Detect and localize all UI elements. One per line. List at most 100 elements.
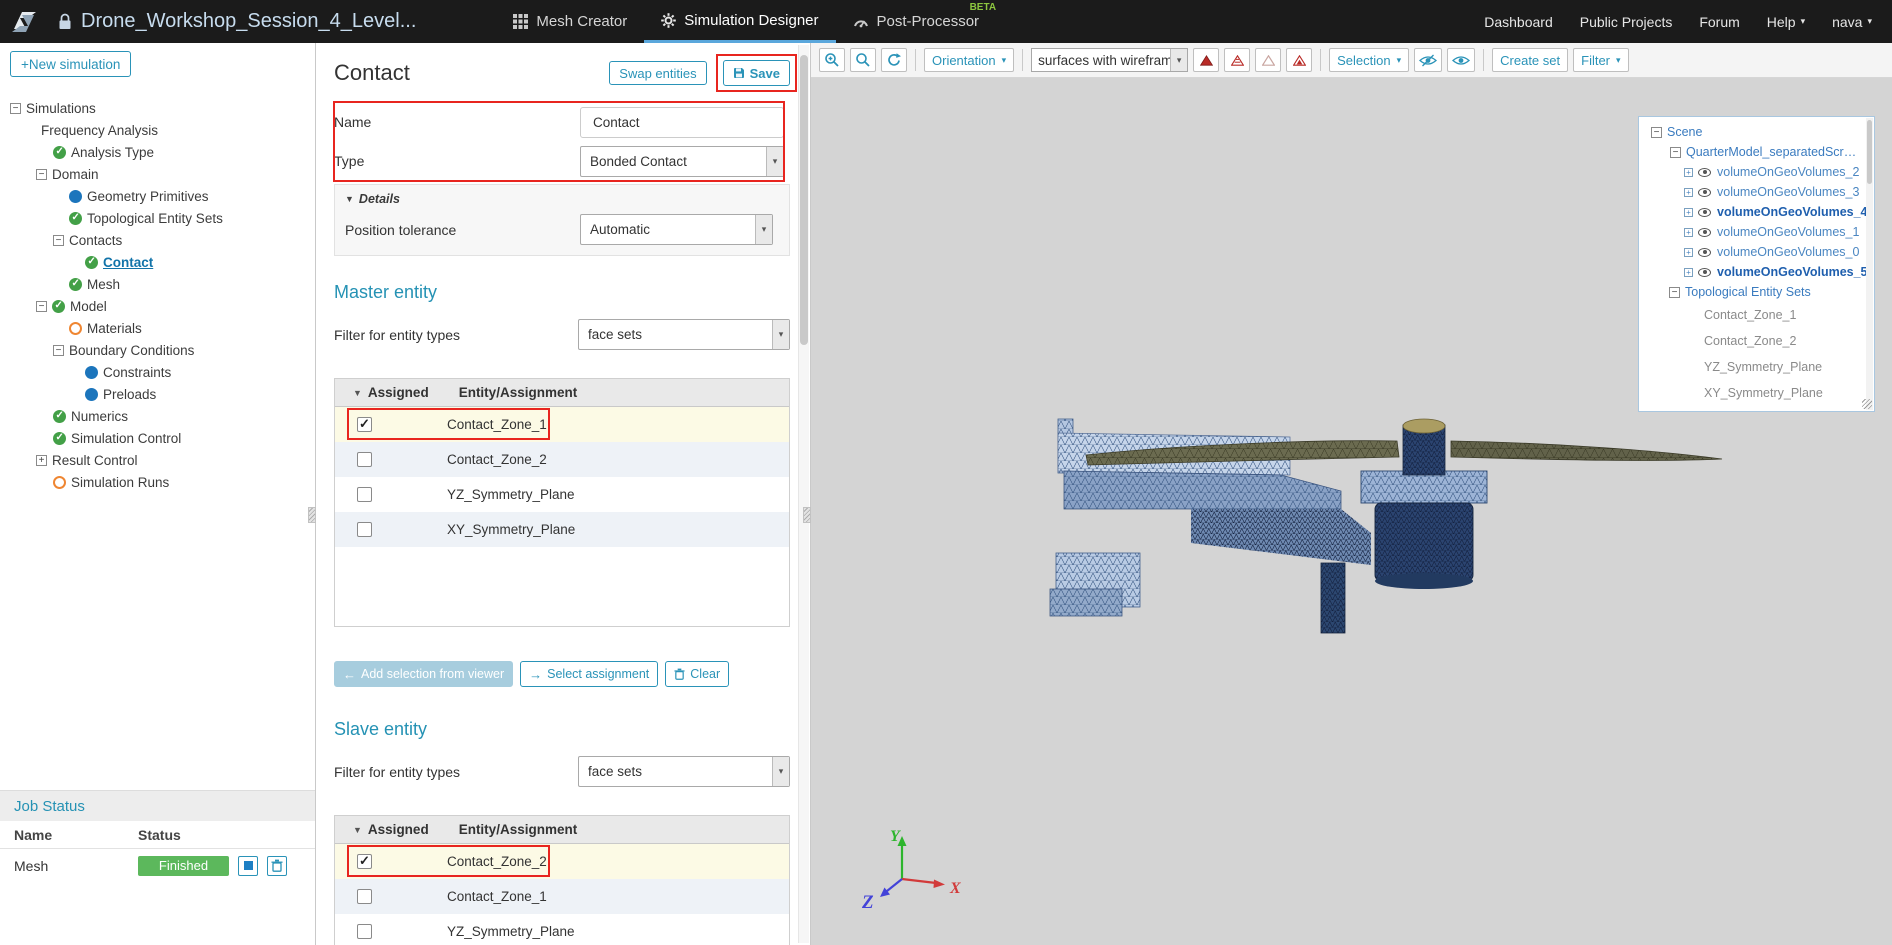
scene-panel-resize-grip[interactable] xyxy=(1862,399,1872,409)
expand-icon[interactable]: + xyxy=(1684,227,1693,237)
visibility-eye-icon[interactable] xyxy=(1698,267,1711,277)
table-row[interactable]: YZ_Symmetry_Plane xyxy=(335,914,789,945)
table-row[interactable]: XY_Symmetry_Plane xyxy=(335,512,789,547)
nav-user-menu[interactable]: nava ▾ xyxy=(1832,14,1872,30)
expand-icon[interactable]: + xyxy=(1684,207,1693,217)
sidebar-item-simulation-control[interactable]: Simulation Control xyxy=(0,427,315,449)
sidebar-item-result-control[interactable]: + Result Control xyxy=(0,449,315,471)
position-tolerance-select[interactable]: Automatic ▾ xyxy=(580,214,773,245)
table-row[interactable]: YZ_Symmetry_Plane xyxy=(335,477,789,512)
scene-item-volume-2[interactable]: + volumeOnGeoVolumes_2 xyxy=(1639,162,1874,182)
tab-mesh-creator[interactable]: Mesh Creator xyxy=(496,0,644,43)
collapse-icon[interactable]: − xyxy=(1670,146,1681,158)
sidebar-item-mesh[interactable]: Mesh xyxy=(0,273,315,295)
collapse-icon[interactable]: − xyxy=(10,102,21,114)
row-checkbox[interactable] xyxy=(357,522,372,537)
save-button[interactable]: Save xyxy=(722,60,790,86)
expand-icon[interactable]: + xyxy=(1684,247,1693,257)
caret-down-icon[interactable]: ▼ xyxy=(353,388,362,398)
app-logo[interactable] xyxy=(0,0,48,43)
project-title[interactable]: Drone_Workshop_Session_4_Level... xyxy=(81,10,416,33)
expand-icon[interactable]: + xyxy=(1684,167,1693,177)
mesh-quality-lines-button[interactable] xyxy=(1224,48,1251,72)
type-select[interactable]: Bonded Contact ▾ xyxy=(580,145,784,177)
swap-entities-button[interactable]: Swap entities xyxy=(609,61,707,85)
table-row[interactable]: Contact_Zone_1 xyxy=(335,879,789,914)
expand-icon[interactable]: + xyxy=(36,454,47,466)
master-filter-select[interactable]: face sets ▾ xyxy=(578,319,790,350)
collapse-icon[interactable]: − xyxy=(1669,286,1680,298)
job-delete-button[interactable] xyxy=(267,855,287,876)
sidebar-item-simulations[interactable]: − Simulations xyxy=(0,97,315,119)
collapse-icon[interactable]: − xyxy=(53,344,64,356)
sidebar-item-analysis-type[interactable]: Analysis Type xyxy=(0,141,315,163)
caret-down-icon[interactable]: ▼ xyxy=(353,825,362,835)
name-input[interactable] xyxy=(580,106,784,138)
row-checkbox[interactable] xyxy=(357,487,372,502)
table-row[interactable]: Contact_Zone_1 xyxy=(335,407,789,442)
zoom-window-button[interactable] xyxy=(850,48,876,72)
render-mode-select[interactable]: surfaces with wireframe ▾ xyxy=(1031,48,1189,72)
sidebar-collapse-handle[interactable] xyxy=(308,507,316,523)
job-stop-button[interactable] xyxy=(238,855,258,876)
sidebar-item-simulation-runs[interactable]: Simulation Runs xyxy=(0,471,315,493)
sidebar-item-numerics[interactable]: Numerics xyxy=(0,405,315,427)
drone-model[interactable] xyxy=(1041,413,1741,653)
scene-item-volume-3[interactable]: + volumeOnGeoVolumes_3 xyxy=(1639,182,1874,202)
zoom-in-button[interactable] xyxy=(819,48,845,72)
row-checkbox[interactable] xyxy=(357,416,372,432)
collapse-icon[interactable]: − xyxy=(36,300,47,312)
sidebar-item-boundary-conditions[interactable]: − Boundary Conditions xyxy=(0,339,315,361)
scene-item-contact-zone-1[interactable]: Contact_Zone_1 xyxy=(1639,302,1874,328)
visibility-eye-icon[interactable] xyxy=(1698,187,1711,197)
table-row[interactable]: Contact_Zone_2 xyxy=(335,442,789,477)
collapse-icon[interactable]: − xyxy=(53,234,64,246)
sidebar-item-domain[interactable]: − Domain xyxy=(0,163,315,185)
orientation-dropdown[interactable]: Orientation ▾ xyxy=(924,48,1015,72)
sidebar-item-topological-entity-sets[interactable]: Topological Entity Sets xyxy=(0,207,315,229)
panel-collapse-handle[interactable] xyxy=(803,507,811,523)
sidebar-item-geometry-primitives[interactable]: Geometry Primitives xyxy=(0,185,315,207)
scene-item-contact-zone-2[interactable]: Contact_Zone_2 xyxy=(1639,328,1874,354)
scene-item-volume-0[interactable]: + volumeOnGeoVolumes_0 xyxy=(1639,242,1874,262)
scene-item-volume-4[interactable]: + volumeOnGeoVolumes_4 xyxy=(1639,202,1874,222)
scene-item-volume-1[interactable]: + volumeOnGeoVolumes_1 xyxy=(1639,222,1874,242)
create-set-button[interactable]: Create set xyxy=(1492,48,1569,72)
hide-selection-button[interactable] xyxy=(1414,48,1443,72)
nav-help[interactable]: Help ▾ xyxy=(1767,14,1805,30)
scene-item-yz-symmetry-plane[interactable]: YZ_Symmetry_Plane xyxy=(1639,354,1874,380)
sidebar-item-preloads[interactable]: Preloads xyxy=(0,383,315,405)
row-checkbox[interactable] xyxy=(357,853,372,869)
scene-item-volume-5[interactable]: + volumeOnGeoVolumes_5 xyxy=(1639,262,1874,282)
visibility-eye-icon[interactable] xyxy=(1698,207,1711,217)
sidebar-item-contacts[interactable]: − Contacts xyxy=(0,229,315,251)
expand-icon[interactable]: + xyxy=(1684,267,1693,277)
tab-simulation-designer[interactable]: Simulation Designer xyxy=(644,0,836,43)
row-checkbox[interactable] xyxy=(357,452,372,467)
scene-item-scene[interactable]: − Scene xyxy=(1639,122,1874,142)
selection-dropdown[interactable]: Selection ▾ xyxy=(1329,48,1410,72)
select-assignment-button[interactable]: → Select assignment xyxy=(520,661,659,687)
collapse-icon[interactable]: − xyxy=(36,168,47,180)
panel-scrollbar-thumb[interactable] xyxy=(800,55,808,345)
row-checkbox[interactable] xyxy=(357,924,372,939)
show-all-button[interactable] xyxy=(1447,48,1476,72)
new-simulation-button[interactable]: +New simulation xyxy=(10,51,132,77)
add-selection-button[interactable]: ← Add selection from viewer xyxy=(334,661,514,687)
slave-filter-select[interactable]: face sets ▾ xyxy=(578,756,790,787)
mesh-quality-outline-button[interactable] xyxy=(1255,48,1282,72)
clear-button[interactable]: Clear xyxy=(665,661,730,687)
sidebar-item-contact[interactable]: Contact xyxy=(0,251,315,273)
sidebar-item-materials[interactable]: Materials xyxy=(0,317,315,339)
details-header[interactable]: ▼ Details xyxy=(345,192,779,206)
filter-dropdown[interactable]: Filter ▾ xyxy=(1573,48,1629,72)
nav-dashboard[interactable]: Dashboard xyxy=(1484,14,1553,30)
visibility-eye-icon[interactable] xyxy=(1698,247,1711,257)
mesh-quality-inner-button[interactable] xyxy=(1286,48,1313,72)
reset-view-button[interactable] xyxy=(881,48,907,72)
scene-item-topological-entity-sets[interactable]: − Topological Entity Sets xyxy=(1639,282,1874,302)
expand-icon[interactable]: + xyxy=(1684,187,1693,197)
table-row[interactable]: Contact_Zone_2 xyxy=(335,844,789,879)
tab-post-processor[interactable]: BETA Post-Processor xyxy=(836,0,996,43)
scene-item-quartermodel[interactable]: − QuarterModel_separatedScr… xyxy=(1639,142,1874,162)
